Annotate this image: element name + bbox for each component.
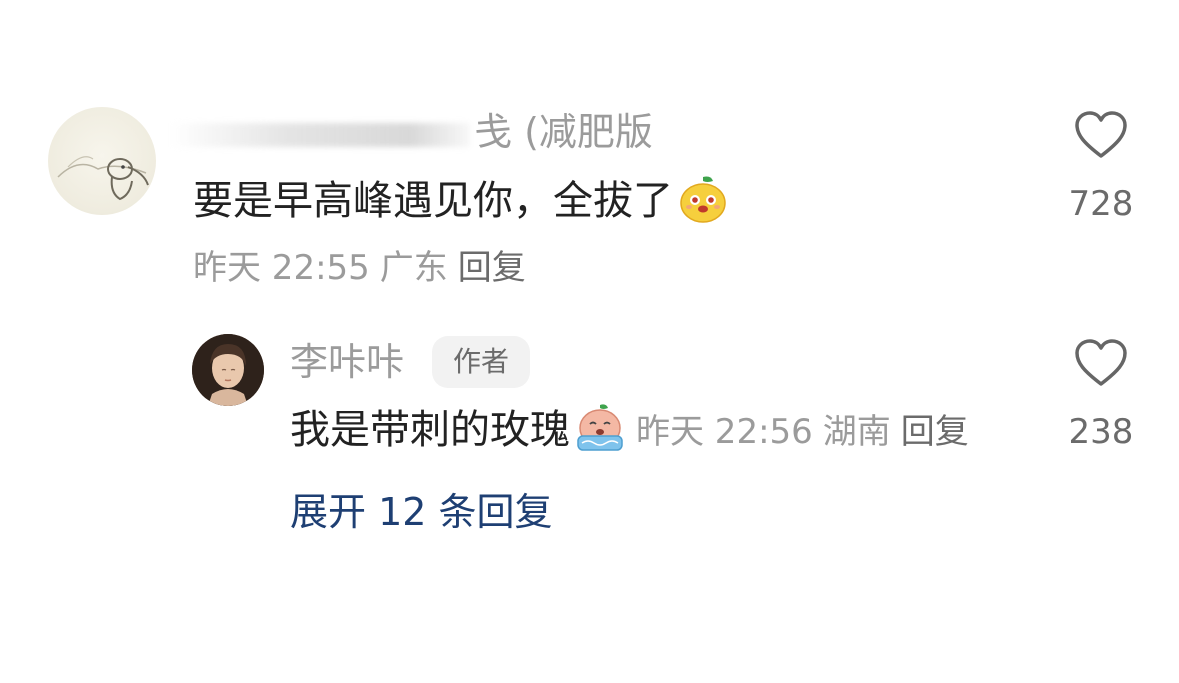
comment-username[interactable]: 戋 (减肥版: [170, 106, 670, 158]
reply-meta: 昨天 22:56 湖南 回复: [636, 412, 979, 452]
reply-text: 我是带刺的玫瑰 昨天 22:56 湖南 回复: [290, 402, 979, 458]
avatar-portrait-icon: [192, 334, 264, 406]
reply-like-count: 238: [1068, 412, 1134, 452]
comment-text: 要是早高峰遇见你，全拔了: [193, 173, 729, 229]
reply-reply-button[interactable]: 回复: [901, 412, 969, 452]
reply-username[interactable]: 李咔咔: [290, 336, 404, 388]
author-badge: 作者: [432, 336, 530, 388]
avatar-sketch-icon: [57, 156, 149, 201]
smiling-mango-emoji-icon: [677, 173, 729, 225]
reply-like-button[interactable]: 238: [1058, 334, 1144, 456]
like-count: 728: [1068, 184, 1134, 224]
username-blurred-region: [170, 122, 470, 147]
heart-icon: [1075, 339, 1127, 386]
username-text: 戋 (减肥版: [474, 110, 653, 154]
comment-location: 广东: [379, 248, 448, 288]
reply-location: 湖南: [822, 412, 891, 452]
reply-avatar[interactable]: [192, 334, 264, 406]
comment-meta: 昨天 22:55 广东 回复: [193, 244, 536, 292]
heart-icon: [1075, 111, 1127, 158]
crying-emoji-icon: [574, 402, 626, 454]
like-button[interactable]: 728: [1058, 106, 1144, 228]
comment-body: 要是早高峰遇见你，全拔了: [193, 178, 673, 224]
reply-time: 昨天 22:56: [636, 412, 813, 452]
expand-replies-button[interactable]: 展开 12 条回复: [290, 486, 553, 538]
reply-button[interactable]: 回复: [458, 248, 526, 288]
avatar[interactable]: [48, 107, 156, 215]
reply-body: 我是带刺的玫瑰: [290, 407, 570, 453]
comment-time: 昨天 22:55: [193, 248, 370, 288]
